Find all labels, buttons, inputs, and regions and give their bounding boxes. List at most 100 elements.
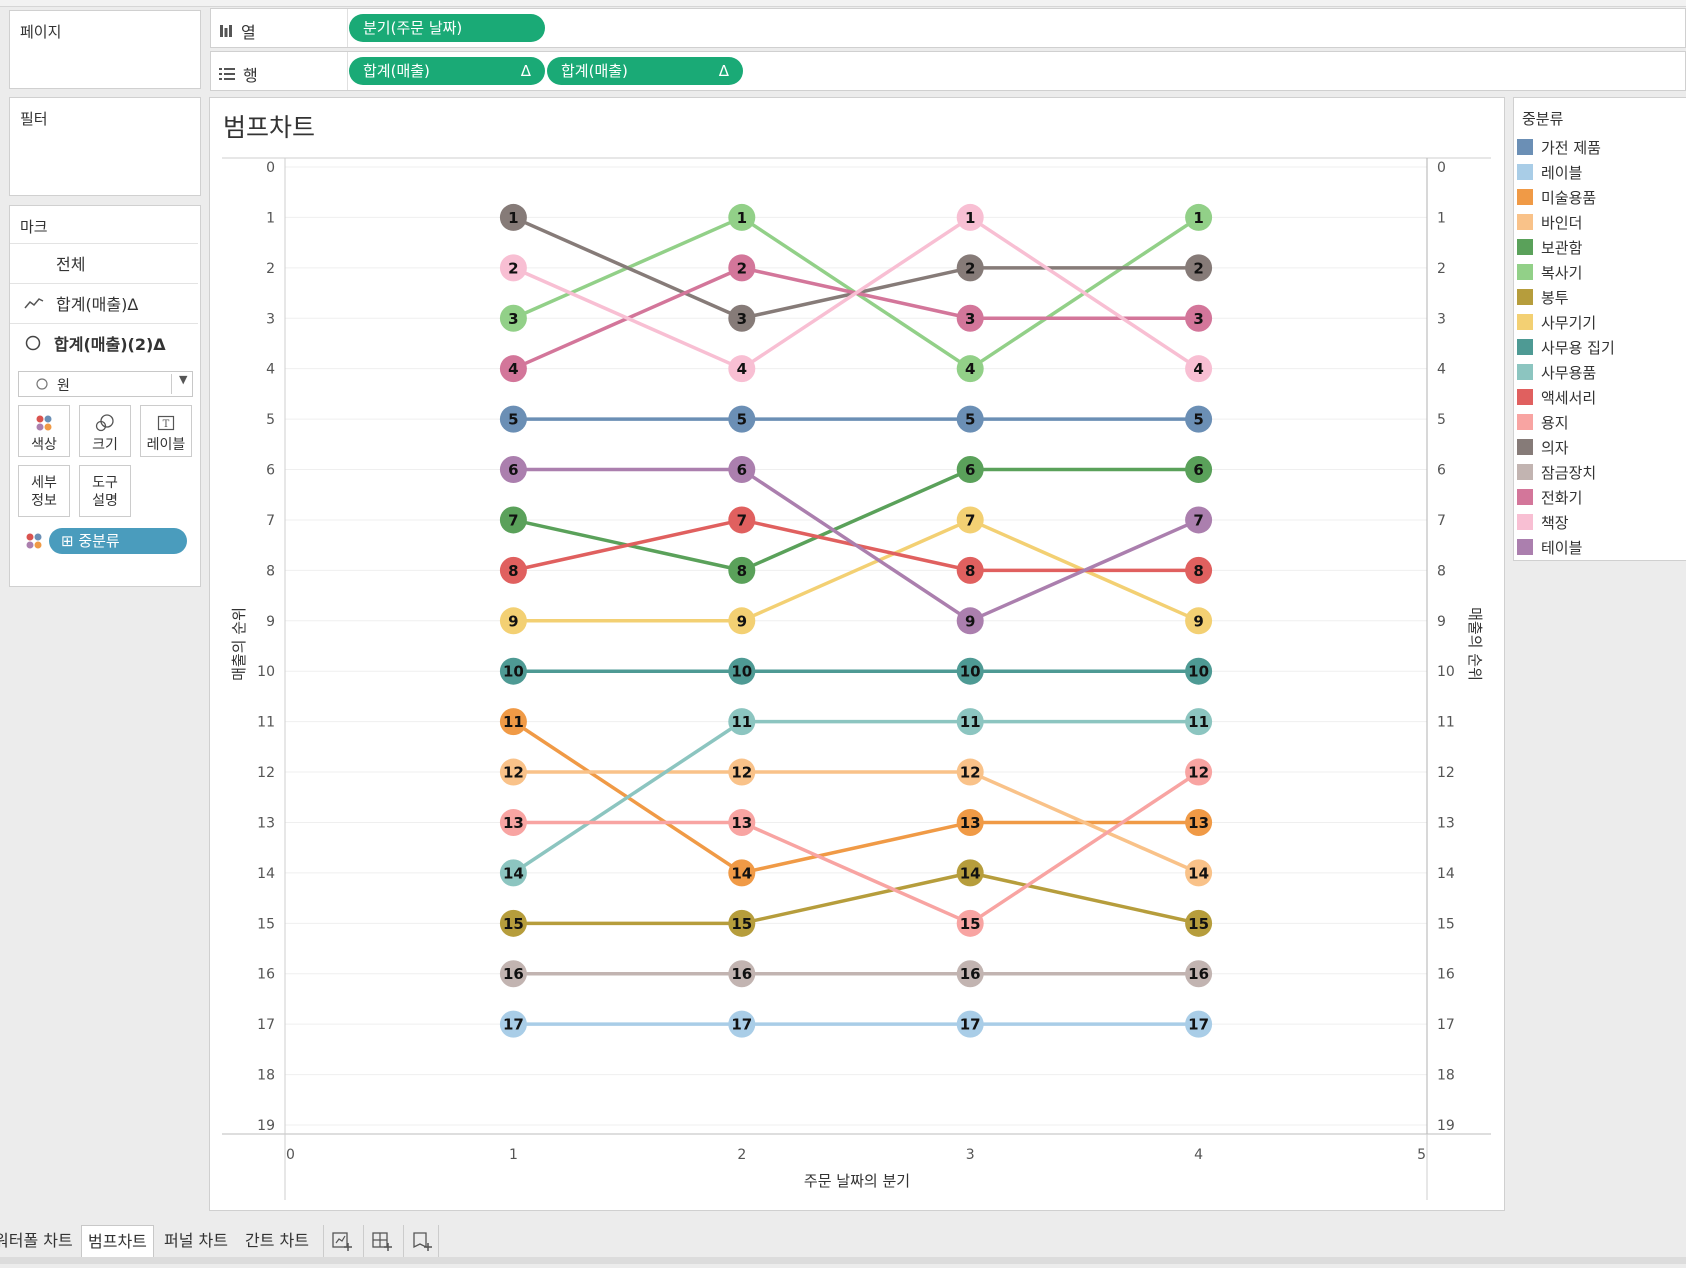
- y-tick-label-left: 11: [257, 715, 275, 731]
- y-tick-label-right: 15: [1437, 916, 1455, 932]
- y-tick-label-right: 10: [1437, 664, 1455, 680]
- data-label: 11: [503, 713, 524, 731]
- data-label: 14: [960, 864, 981, 882]
- data-label: 1: [737, 209, 747, 227]
- legend-label: 보관함: [1541, 238, 1583, 257]
- legend-item[interactable]: 테이블: [1517, 536, 1582, 558]
- legend-label: 책장: [1541, 513, 1569, 532]
- x-axis-title: 주문 날짜의 분기: [804, 1172, 910, 1190]
- data-label: 8: [508, 562, 518, 580]
- legend-item[interactable]: 전화기: [1517, 486, 1582, 508]
- legend-item[interactable]: 보관함: [1517, 236, 1582, 258]
- data-label: 12: [731, 764, 752, 782]
- legend-item[interactable]: 레이블: [1517, 161, 1582, 183]
- y-tick-label-right: 5: [1437, 412, 1446, 428]
- data-label: 9: [508, 612, 518, 630]
- legend-item[interactable]: 용지: [1517, 411, 1569, 433]
- data-label: 2: [737, 259, 747, 277]
- y-tick-label-right: 1: [1437, 210, 1446, 226]
- legend-item[interactable]: 사무용 집기: [1517, 336, 1615, 358]
- series-line[interactable]: [512, 720, 1199, 875]
- tab-gantt-chart[interactable]: 간트 차트: [239, 1225, 315, 1257]
- tab-funnel-chart[interactable]: 퍼널 차트: [158, 1225, 234, 1257]
- data-label: 14: [503, 864, 524, 882]
- chart-title: 범프차트: [223, 113, 315, 142]
- y-tick-label-right: 18: [1437, 1068, 1455, 1084]
- y-tick-label-left: 17: [257, 1017, 275, 1033]
- data-label: 15: [1188, 915, 1209, 933]
- y-tick-label-right: 9: [1437, 614, 1446, 630]
- legend-label: 사무기기: [1541, 313, 1597, 332]
- y-tick-label-right: 17: [1437, 1017, 1455, 1033]
- y-tick-label-right: 16: [1437, 967, 1455, 983]
- data-label: 6: [1193, 461, 1203, 479]
- tab-waterfall-chart[interactable]: 워터폴 차트: [0, 1225, 79, 1257]
- legend-item[interactable]: 잠금장치: [1517, 461, 1596, 483]
- y-tick-label-left: 1: [266, 210, 275, 226]
- new-dashboard-icon[interactable]: [363, 1225, 399, 1257]
- data-label: 2: [1193, 259, 1203, 277]
- y-tick-label-right: 0: [1437, 160, 1446, 176]
- legend-swatch: [1517, 264, 1533, 280]
- legend-item[interactable]: 미술용품: [1517, 186, 1596, 208]
- legend-swatch: [1517, 464, 1533, 480]
- legend-label: 액세서리: [1541, 388, 1597, 407]
- legend-swatch: [1517, 439, 1533, 455]
- data-label: 16: [960, 965, 981, 983]
- data-label: 16: [503, 965, 524, 983]
- new-worksheet-icon[interactable]: [323, 1225, 359, 1257]
- tab-waterfall-label: 워터폴 차트: [0, 1231, 73, 1250]
- series-line[interactable]: [512, 719, 1199, 875]
- y-tick-label-left: 4: [266, 362, 275, 378]
- legend-item[interactable]: 복사기: [1517, 261, 1582, 283]
- bump-chart: 범프차트 0 01 12 23 34 45 56 67 78 89 910 1011 1112 1213 1…: [222, 113, 1491, 1200]
- legend-swatch: [1517, 314, 1533, 330]
- data-label: 4: [965, 360, 975, 378]
- data-label: 17: [731, 1016, 752, 1034]
- y-tick-label-left: 5: [266, 412, 275, 428]
- series-line[interactable]: [513, 871, 1199, 926]
- legend-item[interactable]: 봉투: [1517, 286, 1569, 308]
- series-line[interactable]: [513, 467, 1200, 623]
- x-tick-label: 1: [509, 1147, 518, 1163]
- y-tick-label-right: 12: [1437, 765, 1455, 781]
- y-tick-label-left: 3: [266, 311, 275, 327]
- legend-item[interactable]: 사무기기: [1517, 311, 1596, 333]
- data-label: 13: [731, 814, 752, 832]
- legend-item[interactable]: 책장: [1517, 511, 1569, 533]
- y-tick-label-left: 2: [266, 261, 275, 277]
- y-tick-label-left: 10: [257, 664, 275, 680]
- legend-item[interactable]: 바인더: [1517, 211, 1582, 233]
- y-tick-label-left: 19: [257, 1118, 275, 1134]
- legend-item[interactable]: 액세서리: [1517, 386, 1596, 408]
- data-label: 1: [965, 209, 975, 227]
- legend-title: 중분류: [1522, 110, 1564, 128]
- data-label: 8: [965, 562, 975, 580]
- legend-item[interactable]: 의자: [1517, 436, 1569, 458]
- data-label: 12: [960, 764, 981, 782]
- legend-swatch: [1517, 389, 1533, 405]
- new-story-icon[interactable]: [403, 1225, 439, 1257]
- y-tick-label-left: 16: [257, 967, 275, 983]
- data-label: 3: [737, 310, 747, 328]
- data-label: 12: [1188, 764, 1209, 782]
- data-label: 3: [965, 310, 975, 328]
- x-tick-label: 4: [1194, 1147, 1203, 1163]
- data-label: 4: [1193, 360, 1203, 378]
- y-tick-label-right: 14: [1437, 866, 1455, 882]
- y-tick-label-right: 11: [1437, 715, 1455, 731]
- legend-item[interactable]: 사무용품: [1517, 361, 1596, 383]
- data-label: 16: [1188, 965, 1209, 983]
- y-tick-label-left: 6: [266, 463, 275, 479]
- y-tick-label-left: 9: [266, 614, 275, 630]
- legend-label: 의자: [1541, 438, 1569, 457]
- legend-item[interactable]: 가전 제품: [1517, 136, 1601, 158]
- y-tick-label-left: 13: [257, 815, 275, 831]
- series-line[interactable]: [512, 215, 1200, 371]
- data-label: 1: [508, 209, 518, 227]
- tab-bump-chart[interactable]: 범프차트: [81, 1225, 154, 1257]
- data-label: 3: [508, 310, 518, 328]
- y-tick-label-left: 0: [266, 160, 275, 176]
- data-label: 9: [1193, 612, 1203, 630]
- legend-swatch: [1517, 514, 1533, 530]
